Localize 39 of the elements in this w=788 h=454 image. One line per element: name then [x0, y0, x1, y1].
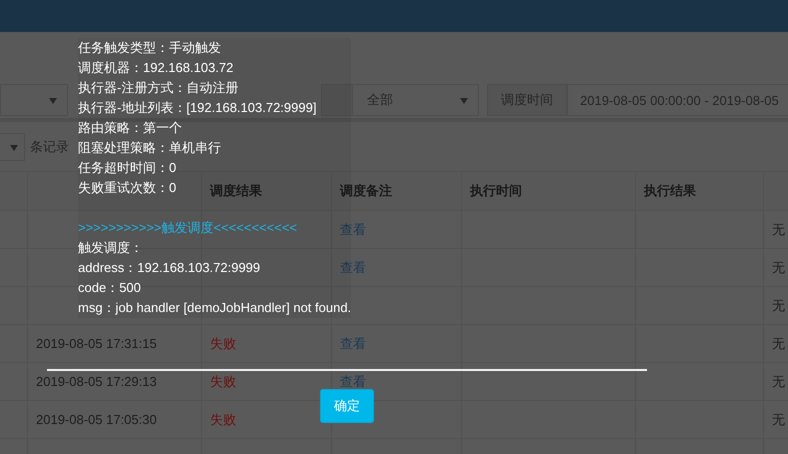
column-header: 执行结果	[644, 182, 696, 200]
caret-icon	[460, 98, 468, 104]
log-line: 执行器-地址列表：[192.168.103.72:9999]	[78, 99, 316, 117]
log-line: 调度机器：192.168.103.72	[78, 59, 234, 77]
log-heading: >>>>>>>>>>>触发调度<<<<<<<<<<<	[78, 219, 298, 237]
table-cell: 2019-08-05 17:29:13	[36, 374, 157, 389]
select-field[interactable]	[0, 84, 68, 116]
log-line: 任务触发类型：手动触发	[78, 39, 221, 57]
table-cell: 失败	[210, 410, 236, 428]
table-cell: 无	[772, 372, 785, 390]
table-cell: 无	[772, 410, 785, 428]
table-cell: 2019-08-05 17:05:30	[36, 412, 157, 427]
log-line: msg：job handler [demoJobHandler] not found.	[78, 299, 352, 317]
view-link[interactable]: 查看	[340, 220, 366, 238]
confirm-button[interactable]: 确定	[320, 389, 374, 423]
table-cell: 失败	[210, 372, 236, 390]
table-cell: 无	[772, 258, 785, 276]
log-line: 阻塞处理策略：单机串行	[78, 139, 221, 157]
log-line: 执行器-注册方式：自动注册	[78, 79, 238, 97]
column-header: 执行时间	[470, 182, 522, 200]
caret-icon	[10, 145, 18, 151]
table-cell: 无	[772, 220, 785, 238]
view-link[interactable]: 查看	[340, 334, 366, 352]
column-header: 调度备注	[340, 182, 392, 200]
view-link[interactable]: 查看	[340, 258, 366, 276]
page-size-select[interactable]	[0, 133, 25, 161]
log-line: 失败重试次数：0	[78, 179, 176, 197]
log-line: code：500	[78, 279, 141, 297]
caret-icon	[49, 98, 57, 104]
table-cell: 2019-08-05 17:31:15	[36, 336, 157, 351]
column-header: 调度结果	[210, 182, 262, 200]
log-line: 路由策略：第一个	[78, 119, 182, 137]
log-line: 任务超时时间：0	[78, 159, 176, 177]
table-cell: 无	[772, 334, 785, 352]
table-cell: 无	[772, 296, 785, 314]
log-line: 触发调度：	[78, 239, 143, 257]
view-link[interactable]: 查看	[340, 372, 366, 390]
log-line: address：192.168.103.72:9999	[78, 259, 260, 277]
table-cell: 失败	[210, 334, 236, 352]
